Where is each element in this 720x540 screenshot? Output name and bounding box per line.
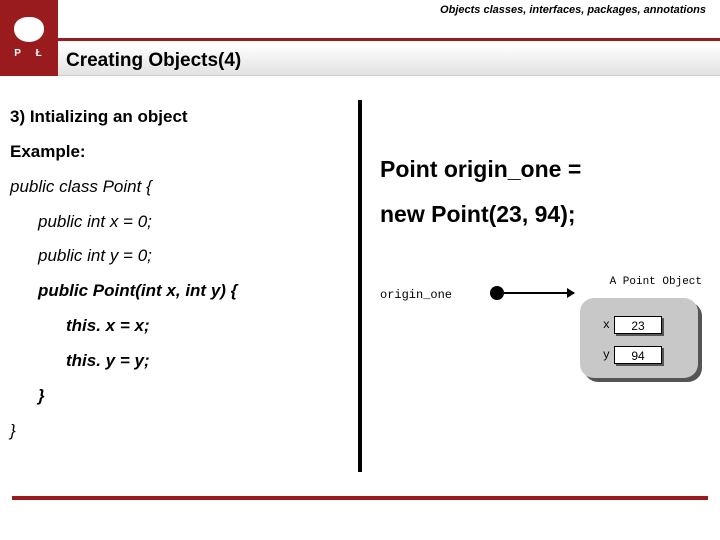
code-line: public Point(int x, int y) { (10, 274, 350, 309)
header-rule (58, 38, 720, 41)
code-line: } (10, 379, 350, 414)
field-y-value: 94 (614, 346, 662, 364)
code-line: this. y = y; (10, 344, 350, 379)
example-label: Example: (10, 135, 350, 170)
field-y-label: y (590, 348, 610, 362)
instantiation-column: Point origin_one = new Point(23, 94); or… (380, 100, 710, 426)
section-heading: 3) Intializing an object (10, 100, 350, 135)
field-x-value: 23 (614, 316, 662, 334)
code-line: this. x = x; (10, 309, 350, 344)
field-x-label: x (590, 318, 610, 332)
code-line: public int x = 0; (10, 205, 350, 240)
object-box (580, 298, 698, 378)
topic-text: Objects classes, interfaces, packages, a… (440, 4, 706, 17)
code-line: public class Point { (10, 170, 350, 205)
reference-label: origin_one (380, 288, 452, 302)
vertical-divider (358, 100, 362, 472)
code-column: 3) Intializing an object Example: public… (10, 100, 350, 448)
slide-content: 3) Intializing an object Example: public… (0, 100, 720, 500)
institution-logo: P Ł (0, 0, 58, 76)
object-type-label: A Point Object (610, 276, 702, 288)
eagle-icon (14, 17, 44, 42)
reference-dot-icon (490, 286, 504, 300)
slide-title: Creating Objects(4) (58, 46, 720, 76)
statement-line-2: new Point(23, 94); (380, 201, 710, 228)
slide-header: P Ł Objects classes, interfaces, package… (0, 0, 720, 80)
logo-letters: P Ł (10, 48, 47, 59)
object-diagram: origin_one A Point Object x 23 y 94 (380, 276, 710, 426)
code-line: } (10, 414, 350, 449)
code-line: public int y = 0; (10, 239, 350, 274)
field-y-row: y 94 (590, 346, 662, 364)
statement-line-1: Point origin_one = (380, 156, 710, 183)
arrow-icon (504, 292, 574, 294)
field-x-row: x 23 (590, 316, 662, 334)
footer-rule (12, 496, 708, 500)
